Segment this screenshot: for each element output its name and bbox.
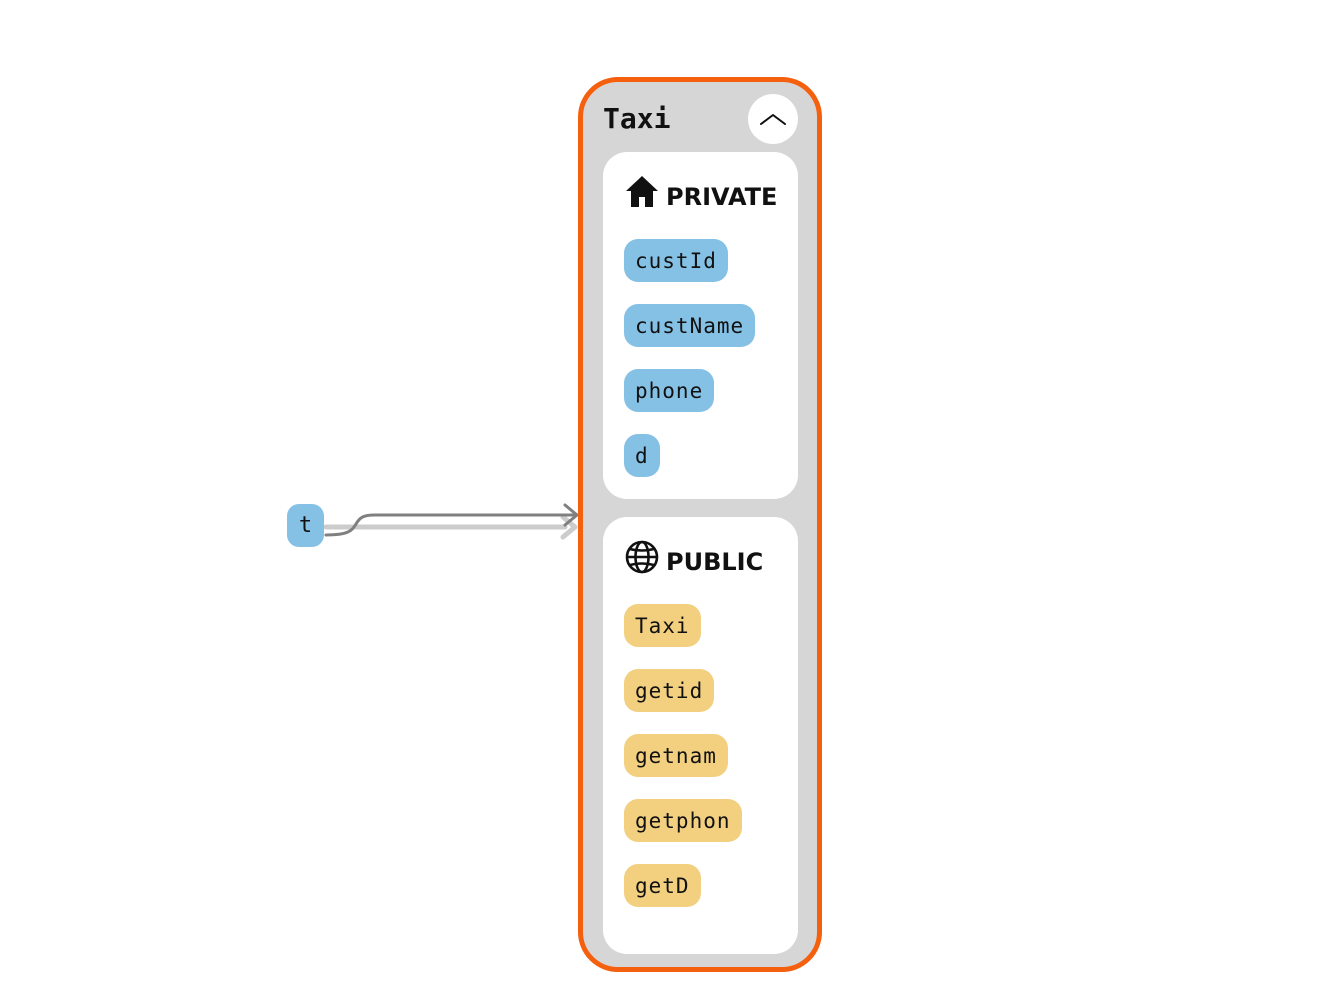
public-members: Taxi getid getnam getphon getD <box>624 604 742 907</box>
method-getD[interactable]: getD <box>624 864 701 907</box>
house-icon <box>626 176 658 207</box>
field-custName[interactable]: custName <box>624 304 756 347</box>
field-d[interactable]: d <box>624 434 660 477</box>
method-getphon[interactable]: getphon <box>624 799 742 842</box>
field-custId[interactable]: custId <box>624 239 728 282</box>
private-section: PRIVATE custId custName phone d <box>603 152 798 499</box>
method-getnam[interactable]: getnam <box>624 734 728 777</box>
globe-icon <box>625 540 659 574</box>
method-Taxi[interactable]: Taxi <box>624 604 701 647</box>
public-label: PUBLIC <box>666 548 764 576</box>
class-taxi: Taxi PRIVATE custId custName phone d PUB… <box>578 77 822 972</box>
private-members: custId custName phone d <box>624 239 756 477</box>
public-section: PUBLIC Taxi getid getnam getphon getD <box>603 517 798 954</box>
chevron-up-icon <box>760 114 786 125</box>
field-phone[interactable]: phone <box>624 369 715 412</box>
reference-arrow-head <box>563 503 579 527</box>
collapse-button[interactable] <box>748 94 798 144</box>
method-getid[interactable]: getid <box>624 669 715 712</box>
public-header: PUBLIC <box>624 539 763 575</box>
reference-arrow-line <box>324 513 578 537</box>
private-header: PRIVATE <box>624 174 777 210</box>
private-label: PRIVATE <box>666 183 778 211</box>
reference-arrow-shadow <box>323 514 578 540</box>
class-title: Taxi <box>603 102 671 135</box>
variable-t[interactable]: t <box>287 504 324 547</box>
